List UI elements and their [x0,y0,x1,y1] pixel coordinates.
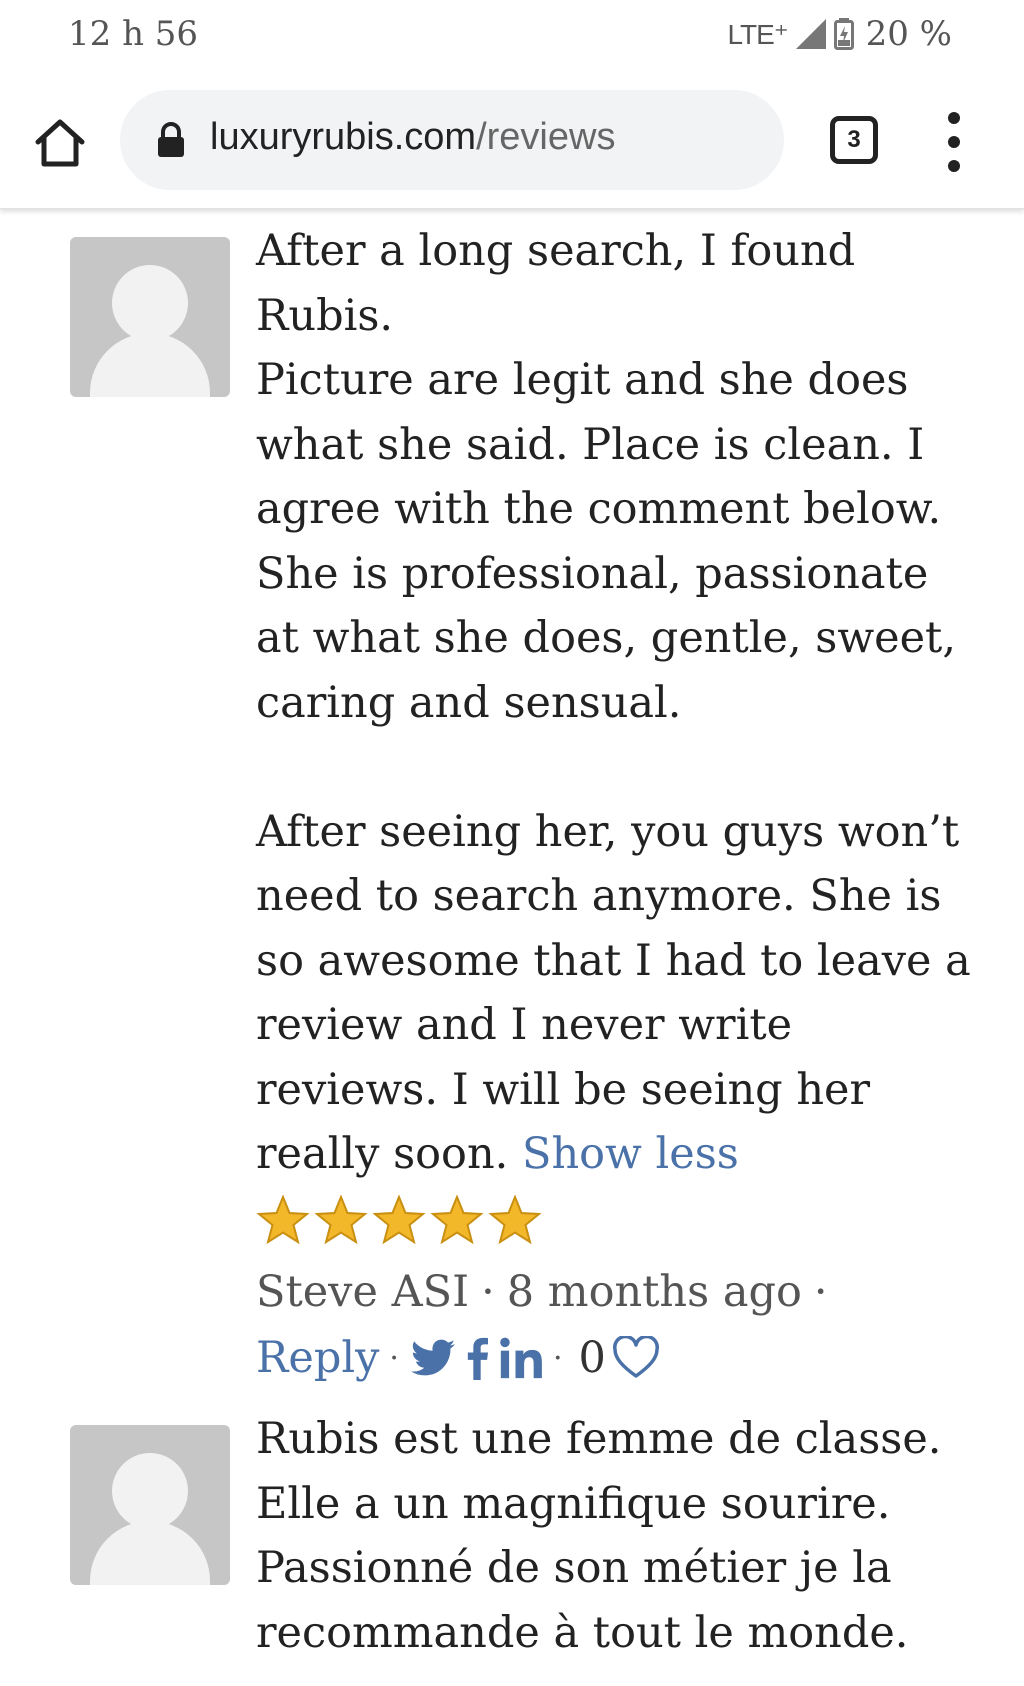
reply-link[interactable]: Reply [256,1333,379,1383]
show-less-link[interactable]: Show less [522,1129,739,1179]
tab-count: 3 [847,126,861,153]
network-type: LTE⁺ [727,18,789,50]
review-line: recommande à tout le monde. [256,1607,909,1658]
review-line: review and I never write [256,1000,793,1050]
lock-icon [158,122,184,157]
review-line: After a long search, I found [256,226,856,276]
review-actions: Reply · · 0 [256,1333,660,1383]
star-icon [430,1195,484,1245]
review-line: need to search anymore. She is [256,871,942,921]
review-author: Steve ASI [256,1267,470,1317]
review-last-text: really soon. [256,1129,509,1179]
separator: · [481,1267,495,1317]
avatar [70,1425,230,1585]
status-indicators: LTE⁺ 20 % [728,14,952,54]
share-buttons [410,1336,543,1380]
rating-stars [256,1195,542,1245]
more-vert-icon[interactable] [936,112,972,172]
facebook-icon[interactable] [465,1336,489,1380]
review-text: Rubis est une femme de classe. Elle a un… [256,1407,976,1665]
tab-switcher-button[interactable]: 3 [830,116,878,164]
like-count: 0 [578,1333,606,1383]
review-line: so awesome that I had to leave a [256,935,971,986]
review-meta: Steve ASI · 8 months ago · [256,1267,840,1317]
heart-icon[interactable] [612,1336,660,1380]
review-line: agree with the comment below. [256,484,942,534]
avatar [70,237,230,397]
battery-icon [833,18,854,50]
review-line: caring and sensual. [256,677,682,728]
review-line: Rubis. [256,290,394,341]
browser-toolbar: luxuryrubis.com/reviews 3 [0,76,1024,209]
review-line-last: really soon. Show less [256,1122,976,1187]
url-text[interactable]: luxuryrubis.com/reviews [210,116,615,159]
review-line: Passionné de son métier je la [256,1543,892,1593]
battery-level: 20 % [865,14,952,54]
star-icon [488,1195,542,1245]
separator: · [389,1340,399,1376]
review-age: 8 months ago [506,1267,802,1317]
status-time: 12 h 56 [68,14,199,54]
url-path: /reviews [476,116,616,158]
review-line: reviews. I will be seeing her [256,1064,871,1115]
star-icon [256,1195,310,1245]
review-text: After a long search, I found Rubis. Pict… [256,219,976,1187]
review-line: at what she does, gentle, sweet, [256,613,957,663]
reviews-list: After a long search, I found Rubis. Pict… [0,209,1024,1686]
star-icon [314,1195,368,1245]
home-icon [35,119,85,167]
review-line: Rubis est une femme de classe. [256,1414,942,1464]
url-domain: luxuryrubis.com [210,116,477,158]
separator: · [552,1340,563,1376]
review-line: She is professional, passionate [256,548,929,599]
address-bar[interactable]: luxuryrubis.com/reviews [120,90,784,190]
status-bar: 12 h 56 LTE⁺ 20 % [0,0,1024,76]
linkedin-icon[interactable] [499,1336,543,1380]
review-line: Picture are legit and she does [256,355,909,405]
separator: · [813,1267,828,1317]
home-button[interactable] [30,114,90,174]
twitter-icon[interactable] [410,1336,455,1380]
star-icon [372,1195,426,1245]
review-line: what she said. Place is clean. I [256,419,925,470]
signal-icon [795,19,826,49]
review-line: After seeing her, you guys won’t [256,806,960,857]
review-line: Elle a un magnifique sourire. [256,1478,891,1529]
